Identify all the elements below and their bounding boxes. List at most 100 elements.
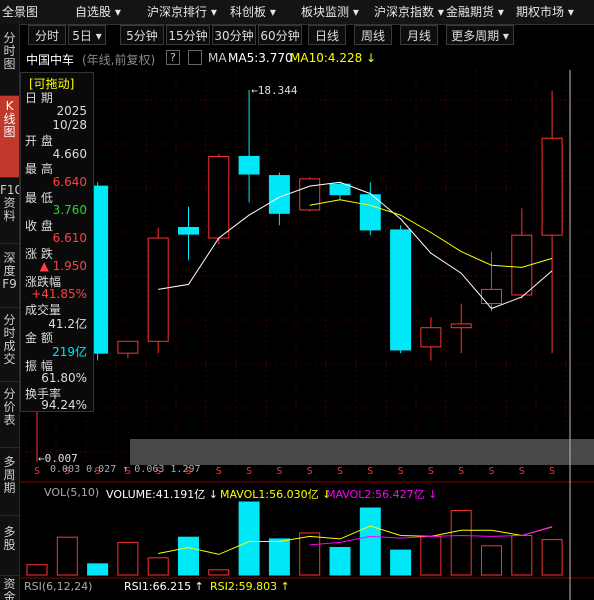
period-5day[interactable]: 5日 ▾ <box>68 25 106 45</box>
tab-label: K线图 <box>3 99 16 139</box>
event-marker: S <box>489 466 495 477</box>
period-monthly[interactable]: 月线 <box>400 25 438 45</box>
volume-bar <box>359 507 381 576</box>
volume-bar <box>450 510 472 576</box>
candle-body <box>178 226 199 235</box>
tab-kline[interactable]: K线图 <box>0 96 19 178</box>
open-label: 开 盘 <box>25 134 53 148</box>
volume-bar <box>238 501 260 576</box>
rsi2-value: RSI2:59.803 ↑ <box>210 580 290 593</box>
low-value: 3.760 <box>52 203 87 217</box>
amount-label: 金 额 <box>25 331 53 345</box>
amplitude-value: 61.80% <box>41 371 87 385</box>
tab-time-sales[interactable]: 分时成交 <box>0 308 19 382</box>
kline-chart[interactable]: SSSSSSSSSSSSSSSSSS ←18.344←0.0070.003 0.… <box>20 70 594 600</box>
period-30min[interactable]: 30分钟 <box>212 25 256 45</box>
menu-overview[interactable]: 全景图 <box>2 0 38 24</box>
ma5-value: MA5:3.770 <box>228 51 293 65</box>
volume-value: VOLUME:41.191亿 ↓ <box>106 488 218 501</box>
volume-bar <box>208 569 230 576</box>
rsi-indicator-name[interactable]: RSI(6,12,24) <box>24 580 92 593</box>
volume-bar <box>390 549 412 576</box>
mavol1-value: MAVOL1:56.030亿 ↓ <box>220 488 332 501</box>
tab-multi-period[interactable]: 多周期 <box>0 448 19 516</box>
tab-multi-stock[interactable]: 多股 <box>0 516 19 576</box>
volume-bar <box>26 564 48 576</box>
date-value: 10/28 <box>52 118 87 132</box>
volume-bar <box>511 534 533 576</box>
candle-body <box>147 237 169 342</box>
menu-watchlist[interactable]: 自选股 ▾ <box>75 0 121 24</box>
rsi1-value: RSI1:66.215 ↑ <box>124 580 204 593</box>
help-icon[interactable]: ? <box>166 50 180 65</box>
ma10-value: MA10:4.228 ↓ <box>290 51 377 65</box>
event-marker: S <box>307 466 313 477</box>
period-more[interactable]: 更多周期 ▾ <box>446 25 514 45</box>
ma-label: MA <box>208 51 227 65</box>
tab-label: 分时成交 <box>3 313 16 366</box>
event-marker: S <box>549 466 555 477</box>
tab-f10[interactable]: F10资料 <box>0 178 19 244</box>
left-tab-bar: 分时图 K线图 F10资料 深度F9 分时成交 分价表 多周期 多股 资金 <box>0 24 20 600</box>
close-value: 6.610 <box>52 231 87 245</box>
pct-value: +41.85% <box>31 287 87 301</box>
event-marker: S <box>458 466 464 477</box>
tab-label: 深度F9 <box>2 251 17 291</box>
candle-body <box>481 288 502 305</box>
data-panel[interactable]: [可拖动] 日 期 2025 10/28 开 盘 4.660 最 高 6.640… <box>20 72 94 412</box>
period-5min[interactable]: 5分钟 <box>120 25 164 45</box>
tab-label: 分时图 <box>3 31 16 71</box>
tab-label: 分价表 <box>3 387 16 427</box>
menu-ranking[interactable]: 沪深京排行 ▾ <box>147 0 217 24</box>
menu-star-market[interactable]: 科创板 ▾ <box>230 0 276 24</box>
event-marker: S <box>428 466 434 477</box>
volume-bar <box>147 557 169 576</box>
turnover-value: 94.24% <box>41 398 87 412</box>
volume-legend: VOL(5,10) VOLUME:41.191亿 ↓ MAVOL1:56.030… <box>22 486 594 502</box>
volume-bar <box>420 535 442 576</box>
candle-body <box>329 183 351 196</box>
volume-bar <box>268 538 290 576</box>
max-price-label: ←18.344 <box>251 84 298 97</box>
tab-depth[interactable]: 深度F9 <box>0 244 19 308</box>
candle-body <box>117 340 139 354</box>
event-marker: S <box>367 466 373 477</box>
period-60min[interactable]: 60分钟 <box>258 25 302 45</box>
volume-bar <box>87 563 109 576</box>
period-selector: 分时 5日 ▾ 5分钟 15分钟 30分钟 60分钟 日线 周线 月线 更多周期… <box>20 25 594 47</box>
stock-name[interactable]: 中国中车 <box>26 51 74 68</box>
event-marker: S <box>246 466 252 477</box>
volume-indicator-name[interactable]: VOL(5,10) <box>44 486 99 499</box>
period-weekly[interactable]: 周线 <box>354 25 392 45</box>
top-menu-bar: 全景图 自选股 ▾ 沪深京排行 ▾ 科创板 ▾ 板块监测 ▾ 沪深京指数 ▾ 金… <box>0 0 594 25</box>
tab-capital[interactable]: 资金 <box>0 576 19 600</box>
candle-body <box>238 155 260 175</box>
event-marker: S <box>216 466 222 477</box>
menu-index[interactable]: 沪深京指数 ▾ <box>374 0 444 24</box>
tab-intraday[interactable]: 分时图 <box>0 24 19 96</box>
menu-financial-futures[interactable]: 金融期货 ▾ <box>446 0 504 24</box>
event-marker: S <box>34 466 40 477</box>
menu-sector-monitor[interactable]: 板块监测 ▾ <box>301 0 359 24</box>
date-label: 日 期 <box>25 91 53 105</box>
price-mode: (年线,前复权) <box>82 53 156 67</box>
menu-options[interactable]: 期权市场 ▾ <box>516 0 574 24</box>
high-value: 6.640 <box>52 175 87 189</box>
tab-label: 多周期 <box>3 455 16 495</box>
event-marker: S <box>276 466 282 477</box>
period-daily[interactable]: 日线 <box>308 25 346 45</box>
high-label: 最 高 <box>25 162 53 176</box>
volume-bar <box>329 547 351 576</box>
period-intraday[interactable]: 分时 <box>28 25 66 45</box>
volume-bar <box>117 541 139 576</box>
settings-icon[interactable] <box>188 50 202 65</box>
period-15min[interactable]: 15分钟 <box>166 25 210 45</box>
volume-bar <box>178 536 199 576</box>
tab-label: 资金 <box>3 577 16 600</box>
candle-body <box>541 137 563 236</box>
mavol2-value: MAVOL2:56.427亿 ↓ <box>326 488 438 501</box>
candle-body <box>208 155 230 239</box>
tab-price-table[interactable]: 分价表 <box>0 382 19 448</box>
event-marker: S <box>337 466 343 477</box>
candle-body <box>390 229 412 351</box>
